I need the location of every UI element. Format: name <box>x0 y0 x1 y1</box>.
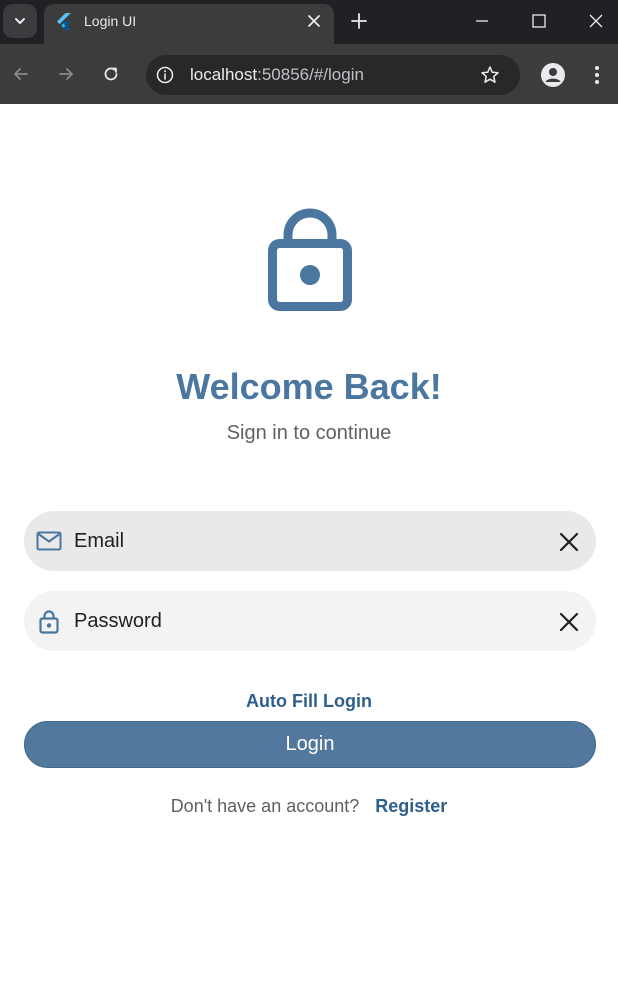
clear-email-icon[interactable] <box>558 531 580 553</box>
clear-password-icon[interactable] <box>558 611 580 633</box>
tab-title: Login UI <box>84 13 137 29</box>
forward-arrow-icon[interactable] <box>56 64 76 84</box>
email-field[interactable] <box>24 511 596 571</box>
page-subtitle: Sign in to continue <box>226 422 392 444</box>
flutter-logo-icon <box>57 13 71 30</box>
lock-icon <box>268 208 352 311</box>
minimize-icon[interactable] <box>473 12 491 30</box>
url-host: localhost <box>190 65 258 84</box>
register-link[interactable]: Register <box>375 796 447 816</box>
auto-fill-login-link[interactable]: Auto Fill Login <box>0 691 618 712</box>
close-icon[interactable] <box>306 13 322 29</box>
window-close-icon[interactable] <box>587 12 605 30</box>
reload-icon[interactable] <box>101 64 121 84</box>
mail-icon <box>36 531 62 551</box>
login-page: Welcome Back! Sign in to continue Auto F… <box>0 104 618 981</box>
tab-search-button[interactable] <box>3 4 37 38</box>
url-path: :50856/#/login <box>257 65 364 84</box>
site-info-icon[interactable] <box>156 66 174 84</box>
page-title: Welcome Back! <box>176 366 442 407</box>
maximize-icon[interactable] <box>530 12 548 30</box>
back-arrow-icon[interactable] <box>11 64 31 84</box>
browser-tabstrip: Login UI <box>0 0 618 44</box>
register-row: Don't have an account? Register <box>0 796 618 817</box>
chevron-down-icon <box>15 18 25 24</box>
profile-avatar-icon[interactable] <box>540 62 566 88</box>
password-field[interactable] <box>24 591 596 651</box>
new-tab-icon[interactable] <box>350 12 368 30</box>
lock-icon <box>39 610 59 634</box>
account-question-text: Don't have an account? <box>170 796 360 816</box>
more-menu-icon[interactable] <box>590 64 604 86</box>
browser-tab[interactable]: Login UI <box>44 4 334 44</box>
bookmark-star-icon[interactable] <box>480 65 500 85</box>
browser-toolbar: localhost:50856/#/login <box>0 44 618 104</box>
address-bar[interactable]: localhost:50856/#/login <box>146 55 520 95</box>
login-button[interactable]: Login <box>24 721 596 768</box>
email-input[interactable] <box>74 521 544 561</box>
password-input[interactable] <box>74 601 544 641</box>
url-text: localhost:50856/#/login <box>190 65 364 85</box>
